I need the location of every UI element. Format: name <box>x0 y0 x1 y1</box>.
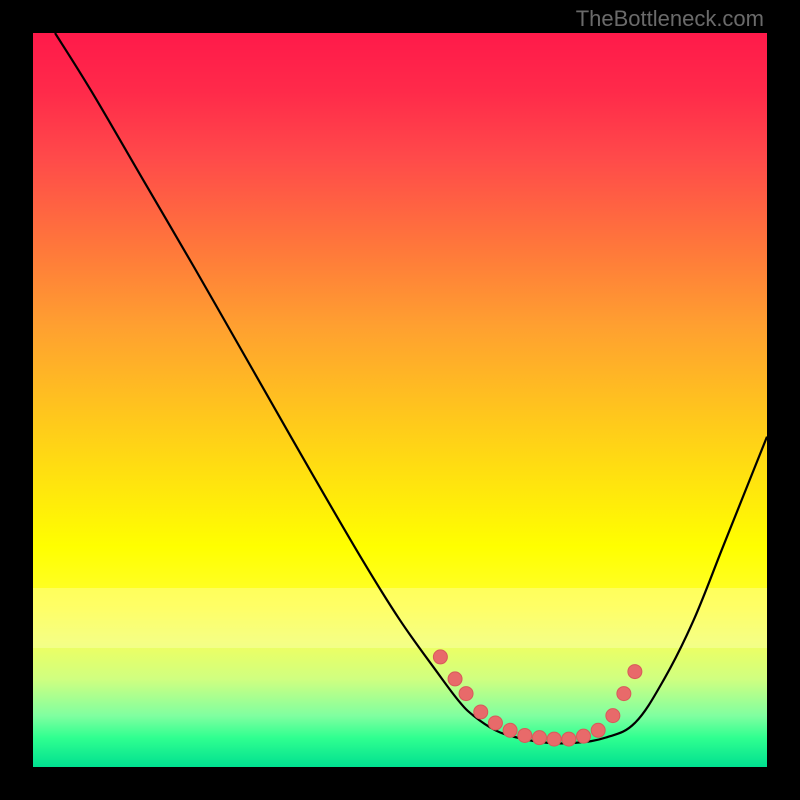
data-marker <box>532 731 546 745</box>
data-marker <box>518 728 532 742</box>
data-marker <box>591 723 605 737</box>
data-marker <box>547 732 561 746</box>
chart-container: TheBottleneck.com <box>0 0 800 800</box>
data-marker <box>488 716 502 730</box>
attribution-text: TheBottleneck.com <box>576 6 764 32</box>
data-marker <box>628 665 642 679</box>
data-marker <box>617 687 631 701</box>
data-marker <box>503 723 517 737</box>
data-marker <box>448 672 462 686</box>
data-marker <box>433 650 447 664</box>
bottleneck-curve <box>55 33 767 743</box>
data-marker <box>606 709 620 723</box>
data-marker <box>459 687 473 701</box>
data-marker <box>562 732 576 746</box>
data-marker <box>474 705 488 719</box>
chart-svg <box>33 33 767 767</box>
data-marker <box>577 729 591 743</box>
marker-group <box>433 650 642 746</box>
